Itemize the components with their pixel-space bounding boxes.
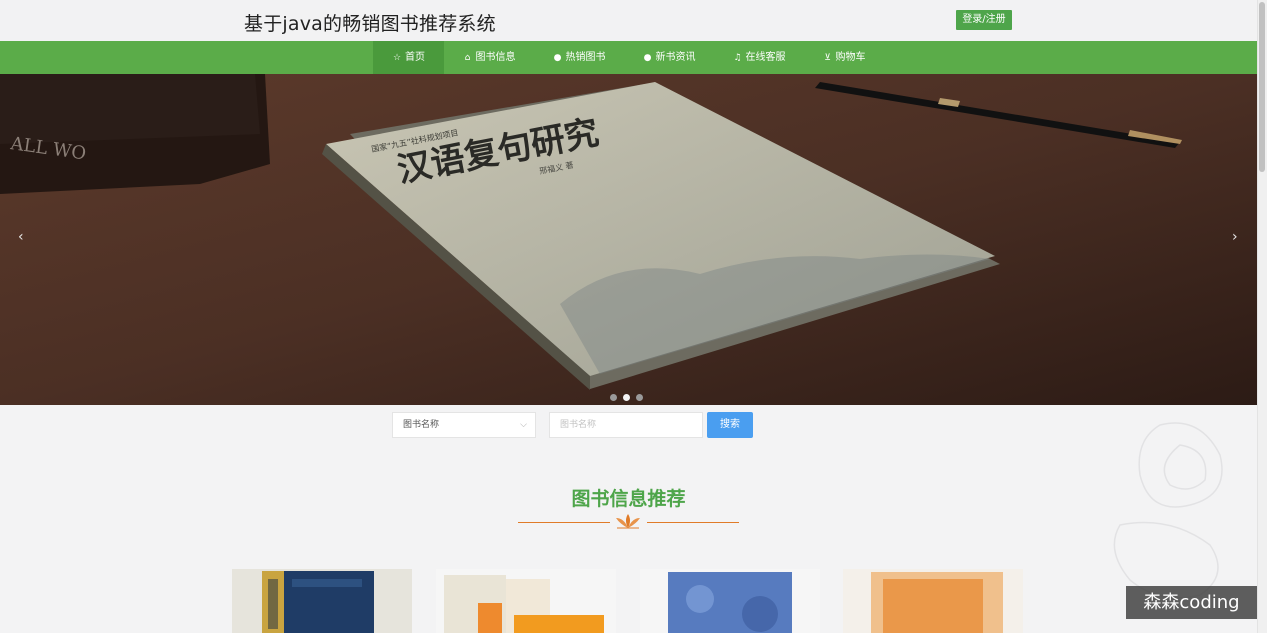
nav-item-online-service[interactable]: ♫ 在线客服 — [724, 41, 794, 74]
bag-icon: ⌂ — [464, 53, 471, 63]
divider-right — [647, 522, 739, 523]
hero-carousel[interactable]: ALL WO 汉语复句研究 国家“九五”社科规划项目 邢福义 著 ‹ › — [0, 74, 1257, 405]
search-input[interactable] — [549, 412, 703, 438]
book-card[interactable] — [232, 569, 412, 633]
login-register-button[interactable]: 登录/注册 — [956, 10, 1012, 30]
top-header: 基于java的畅销图书推荐系统 登录/注册 — [0, 0, 1257, 41]
divider-left — [518, 522, 610, 523]
nav-item-new-book-news[interactable]: ● 新书资讯 — [634, 41, 704, 74]
carousel-dot[interactable] — [610, 394, 617, 401]
book-card[interactable] — [436, 569, 616, 633]
headset-icon: ♫ — [733, 53, 742, 63]
home-icon: ☆ — [392, 53, 402, 63]
search-select-value: 图书名称 — [403, 420, 440, 430]
book-cover-image — [436, 569, 616, 633]
nav-item-label: 热销图书 — [565, 52, 606, 63]
nav-item-label: 新书资讯 — [655, 52, 696, 63]
nav-item-home[interactable]: ☆ 首页 — [373, 41, 444, 74]
book-cover-image — [843, 569, 1023, 633]
carousel-dot[interactable] — [636, 394, 643, 401]
carousel-dot-active[interactable] — [623, 394, 630, 401]
nav-item-label: 购物车 — [835, 52, 866, 63]
nav-item-book-info[interactable]: ⌂ 图书信息 — [454, 41, 524, 74]
book-cover-image — [640, 569, 820, 633]
info-circle-icon: ● — [553, 53, 562, 63]
nav-item-cart[interactable]: ⊻ 购物车 — [812, 41, 876, 74]
book-cover-image — [232, 569, 412, 633]
section-title: 图书信息推荐 — [571, 488, 686, 510]
search-button[interactable]: 搜索 — [707, 412, 753, 438]
carousel-indicators — [610, 386, 649, 405]
carousel-next-button[interactable]: › — [1232, 229, 1238, 245]
main-nav: ☆ 首页 ⌂ 图书信息 ● 热销图书 ● 新书资讯 ♫ 在线客服 ⊻ 购物车 — [0, 41, 1257, 74]
book-card[interactable] — [640, 569, 820, 633]
lotus-icon — [616, 514, 640, 529]
carousel-prev-button[interactable]: ‹ — [18, 229, 24, 245]
nav-item-label: 图书信息 — [475, 52, 516, 63]
nav-item-label: 首页 — [405, 52, 425, 63]
watermark-label: 森森coding — [1126, 586, 1257, 619]
cart-icon: ⊻ — [824, 53, 831, 63]
banner-book-photo: ALL WO 汉语复句研究 国家“九五”社科规划项目 邢福义 著 — [0, 74, 1257, 405]
scrollbar-thumb[interactable] — [1259, 2, 1265, 172]
info-circle-icon: ● — [643, 53, 652, 63]
nav-item-bestsellers[interactable]: ● 热销图书 — [544, 41, 614, 74]
site-title: 基于java的畅销图书推荐系统 — [244, 13, 496, 35]
book-card[interactable] — [843, 569, 1023, 633]
chevron-down-icon: ⌵ — [520, 420, 527, 430]
nav-item-label: 在线客服 — [745, 52, 786, 63]
search-field-select[interactable]: 图书名称 ⌵ — [392, 412, 536, 438]
